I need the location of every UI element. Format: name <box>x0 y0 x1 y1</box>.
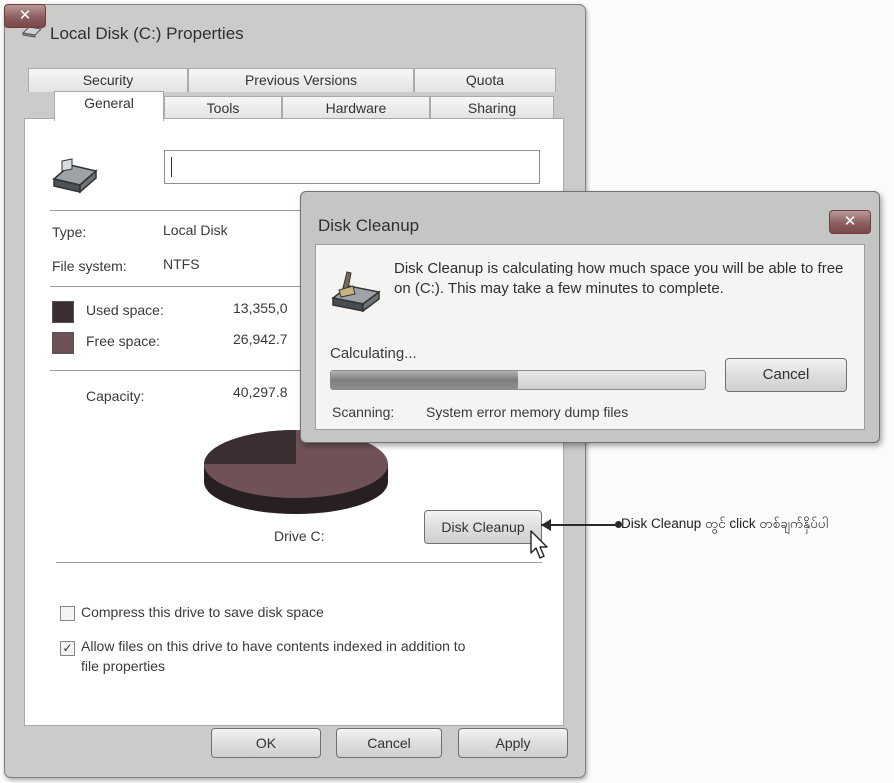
index-checkbox[interactable]: ✓ <box>60 641 75 656</box>
divider <box>50 370 302 371</box>
tab-tools[interactable]: Tools <box>164 96 282 120</box>
cleanup-icon <box>331 271 381 313</box>
index-label-line2: file properties <box>81 658 166 674</box>
free-space-label: Free space: <box>86 333 160 349</box>
drive-name-input[interactable] <box>164 150 540 184</box>
annotation-text: Disk Cleanup တွင် click တစ်ချက်နှိပ်ပါ <box>621 516 828 531</box>
divider <box>50 286 302 287</box>
tab-sharing[interactable]: Sharing <box>430 96 554 120</box>
window-title: Local Disk (C:) Properties <box>50 24 244 43</box>
type-value: Local Disk <box>163 222 228 238</box>
dialog-title: Disk Cleanup <box>318 216 420 235</box>
used-space-label: Used space: <box>86 302 164 318</box>
disk-cleanup-button[interactable]: Disk Cleanup <box>424 510 542 544</box>
close-icon: ✕ <box>18 7 32 24</box>
tab-security[interactable]: Security <box>28 68 188 92</box>
tab-general[interactable]: General <box>54 91 164 121</box>
disk-cleanup-dialog: Disk Cleanup ✕ Disk Cleanup is calculati… <box>300 191 880 443</box>
cancel-button[interactable]: Cancel <box>336 728 442 758</box>
file-system-value: NTFS <box>163 256 200 272</box>
dialog-close-button[interactable]: ✕ <box>829 210 871 234</box>
tab-quota[interactable]: Quota <box>414 68 556 92</box>
ok-button[interactable]: OK <box>211 728 321 758</box>
annotation-line <box>541 524 618 526</box>
free-space-value: 26,942.7 <box>233 331 288 347</box>
close-button[interactable]: ✕ <box>4 4 46 28</box>
calculating-status: Calculating... <box>330 345 417 362</box>
free-space-swatch <box>52 332 74 354</box>
progress-fill <box>331 371 518 389</box>
dialog-cancel-button[interactable]: Cancel <box>725 358 847 392</box>
used-space-swatch <box>52 301 74 323</box>
check-icon: ✓ <box>62 641 73 655</box>
pie-used-slice <box>204 430 296 464</box>
dialog-message: Disk Cleanup is calculating how much spa… <box>394 260 844 297</box>
file-system-label: File system: <box>52 258 127 274</box>
divider <box>56 562 542 563</box>
capacity-label: Capacity: <box>86 388 145 404</box>
tab-hardware[interactable]: Hardware <box>282 96 430 120</box>
properties-titlebar[interactable]: Local Disk (C:) Properties ✕ <box>4 4 584 54</box>
index-label-line1: Allow files on this drive to have conten… <box>81 638 466 654</box>
tab-previous-versions[interactable]: Previous Versions <box>188 68 414 92</box>
scanning-value: System error memory dump files <box>426 404 629 420</box>
used-space-value: 13,355,0 <box>233 300 288 316</box>
cursor-icon <box>530 530 548 559</box>
drive-caption: Drive C: <box>274 528 325 544</box>
close-icon: ✕ <box>843 213 857 230</box>
apply-button[interactable]: Apply <box>458 728 568 758</box>
progress-bar <box>330 370 706 390</box>
drive-icon <box>52 158 98 194</box>
compress-checkbox[interactable] <box>60 606 75 621</box>
scanning-label: Scanning: <box>332 404 395 420</box>
text-caret <box>171 157 172 177</box>
compress-label: Compress this drive to save disk space <box>81 604 324 620</box>
type-label: Type: <box>52 224 87 240</box>
